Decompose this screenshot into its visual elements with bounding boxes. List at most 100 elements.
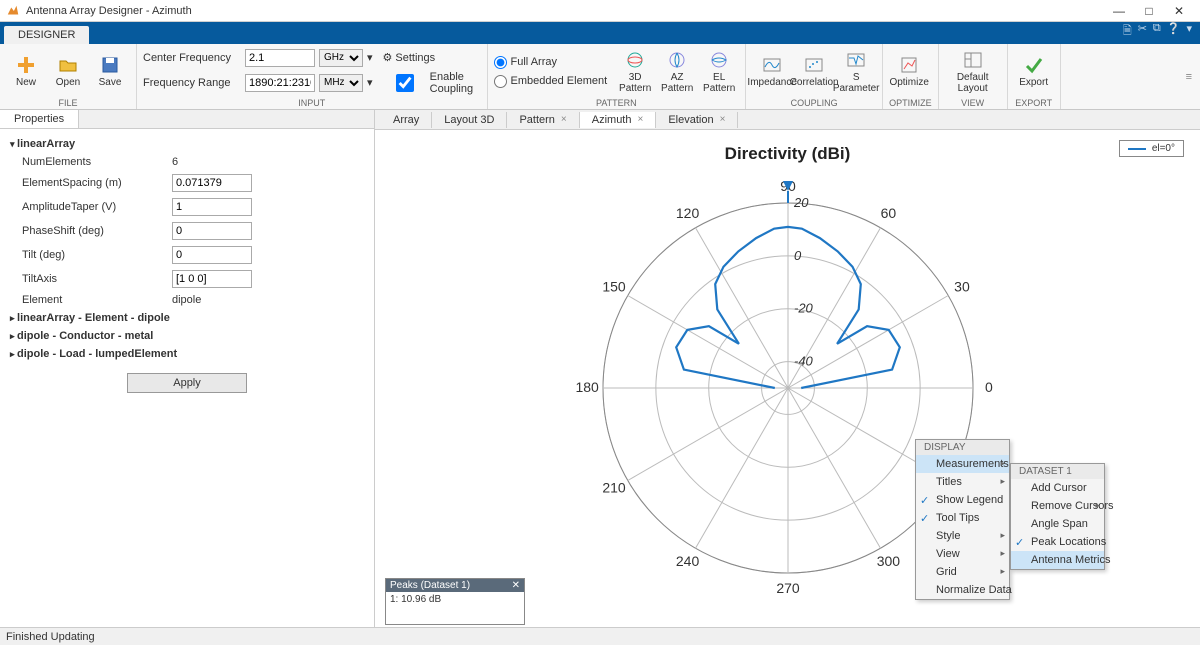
ribbon-tab-strip: DESIGNER 🗎 ✂ ⧉ ❔ ▾ bbox=[0, 22, 1200, 44]
toolstrip-collapse-icon[interactable]: ≡ bbox=[1186, 44, 1200, 109]
sparameter-button[interactable]: S Parameter bbox=[836, 48, 876, 96]
embedded-element-radio[interactable]: Embedded Element bbox=[494, 75, 608, 88]
chevron-right-icon: ▸ bbox=[1000, 530, 1005, 541]
ribbon-help-cut-icon[interactable]: ✂ bbox=[1138, 22, 1147, 41]
phaseshift-input[interactable] bbox=[172, 222, 252, 240]
export-button[interactable]: Export bbox=[1014, 53, 1054, 90]
peaks-close-icon[interactable]: ✕ bbox=[512, 580, 520, 591]
3d-pattern-label: 3D Pattern bbox=[617, 72, 653, 94]
svg-text:0: 0 bbox=[794, 248, 802, 263]
ctx-item-grid[interactable]: Grid▸ bbox=[916, 563, 1009, 581]
save-button[interactable]: Save bbox=[90, 53, 130, 90]
ctx-item-peak-locations[interactable]: ✓Peak Locations bbox=[1011, 533, 1104, 551]
prop-row-amplitudetaper: AmplitudeTaper (V) bbox=[10, 195, 364, 219]
tilt-input[interactable] bbox=[172, 246, 252, 264]
close-icon[interactable]: × bbox=[638, 114, 644, 125]
numelements-value: 6 bbox=[172, 156, 178, 168]
close-button[interactable]: ✕ bbox=[1164, 0, 1194, 22]
ribbon-tab-designer[interactable]: DESIGNER bbox=[4, 26, 89, 44]
section-load[interactable]: dipole - Load - lumpedElement bbox=[10, 345, 364, 363]
new-button[interactable]: New bbox=[6, 53, 46, 90]
svg-text:30: 30 bbox=[954, 279, 970, 295]
freq-range-input[interactable] bbox=[245, 74, 315, 92]
optimize-icon bbox=[899, 55, 919, 75]
close-icon[interactable]: × bbox=[720, 114, 726, 125]
ctx-item-normalize-data[interactable]: Normalize Data bbox=[916, 581, 1009, 599]
ctx-item-add-cursor[interactable]: Add Cursor bbox=[1011, 479, 1104, 497]
properties-tab[interactable]: Properties bbox=[0, 110, 79, 128]
ctx-item-angle-span[interactable]: Angle Span bbox=[1011, 515, 1104, 533]
ctx-item-remove-cursors[interactable]: Remove Cursors▸ bbox=[1011, 497, 1104, 515]
ctx-item-titles[interactable]: Titles▸ bbox=[916, 473, 1009, 491]
center-freq-input[interactable] bbox=[245, 49, 315, 67]
peaks-window[interactable]: Peaks (Dataset 1)✕ 1: 10.96 dB bbox=[385, 578, 525, 625]
correlation-button[interactable]: Correlation bbox=[794, 53, 834, 90]
enable-coupling-checkbox[interactable]: Enable Coupling bbox=[383, 71, 481, 95]
close-icon[interactable]: × bbox=[561, 114, 567, 125]
ctx-item-antenna-metrics[interactable]: Antenna Metrics bbox=[1011, 551, 1104, 569]
az-pattern-button[interactable]: AZ Pattern bbox=[657, 48, 697, 96]
ribbon-help-whatsthis-icon[interactable]: ❔ bbox=[1167, 22, 1181, 41]
elementspacing-input[interactable] bbox=[172, 174, 252, 192]
sparameter-icon bbox=[846, 50, 866, 70]
correlation-label: Correlation bbox=[790, 77, 839, 88]
ribbon-help-doc-icon[interactable]: 🗎 bbox=[1123, 22, 1132, 41]
section-conductor[interactable]: dipole - Conductor - metal bbox=[10, 327, 364, 345]
full-array-label: Full Array bbox=[511, 56, 557, 68]
full-array-radio[interactable]: Full Array bbox=[494, 56, 608, 69]
apply-button[interactable]: Apply bbox=[127, 373, 247, 393]
context-menu-display[interactable]: DISPLAY Measurements▸Titles▸✓Show Legend… bbox=[915, 439, 1010, 600]
ctx-item-view[interactable]: View▸ bbox=[916, 545, 1009, 563]
freq-range-label: Frequency Range bbox=[143, 77, 241, 89]
open-label: Open bbox=[56, 77, 80, 88]
impedance-button[interactable]: Impedance bbox=[752, 53, 792, 90]
ctx-item-show-legend[interactable]: ✓Show Legend bbox=[916, 491, 1009, 509]
optimize-label: Optimize bbox=[889, 77, 928, 88]
plus-icon bbox=[16, 55, 36, 75]
minimize-button[interactable]: — bbox=[1104, 0, 1134, 22]
toolstrip-view-group: Default Layout VIEW bbox=[939, 44, 1008, 109]
amplitudetaper-input[interactable] bbox=[172, 198, 252, 216]
amplitudetaper-label: AmplitudeTaper (V) bbox=[22, 201, 172, 213]
doc-tab-azimuth[interactable]: Azimuth× bbox=[580, 112, 657, 128]
open-button[interactable]: Open bbox=[48, 53, 88, 90]
doc-tab-layout-3d[interactable]: Layout 3D bbox=[432, 112, 507, 128]
freq-range-unit-select[interactable]: MHz bbox=[319, 74, 363, 92]
maximize-button[interactable]: □ bbox=[1134, 0, 1164, 22]
tilt-label: Tilt (deg) bbox=[22, 249, 172, 261]
context-menu-dataset[interactable]: DATASET 1 Add CursorRemove Cursors▸Angle… bbox=[1010, 463, 1105, 570]
section-linearArray[interactable]: linearArray bbox=[10, 135, 364, 153]
phaseshift-label: PhaseShift (deg) bbox=[22, 225, 172, 237]
ribbon-help-copy-icon[interactable]: ⧉ bbox=[1153, 22, 1161, 41]
chevron-right-icon: ▸ bbox=[1000, 548, 1005, 559]
tiltaxis-input[interactable] bbox=[172, 270, 252, 288]
status-bar: Finished Updating bbox=[0, 627, 1200, 645]
pattern-group-label: PATTERN bbox=[494, 97, 740, 109]
sparameter-label: S Parameter bbox=[833, 72, 880, 94]
element-value: dipole bbox=[172, 294, 201, 306]
ctx-item-style[interactable]: Style▸ bbox=[916, 527, 1009, 545]
prop-row-elementspacing: ElementSpacing (m) bbox=[10, 171, 364, 195]
prop-row-tilt: Tilt (deg) bbox=[10, 243, 364, 267]
export-label: Export bbox=[1019, 77, 1048, 88]
doc-tab-elevation[interactable]: Elevation× bbox=[656, 112, 738, 128]
3d-pattern-button[interactable]: 3D Pattern bbox=[615, 48, 655, 96]
status-text: Finished Updating bbox=[6, 631, 95, 643]
doc-tab-array[interactable]: Array bbox=[381, 112, 432, 128]
settings-button[interactable]: ⚙Settings bbox=[383, 51, 436, 64]
prop-row-element: Elementdipole bbox=[10, 291, 364, 309]
ctx-item-measurements[interactable]: Measurements▸ bbox=[916, 455, 1009, 473]
toolstrip-file-group: New Open Save FILE bbox=[0, 44, 137, 109]
center-freq-unit-select[interactable]: GHz bbox=[319, 49, 363, 67]
optimize-button[interactable]: Optimize bbox=[889, 53, 929, 90]
ribbon-collapse-icon[interactable]: ▾ bbox=[1186, 22, 1192, 41]
export-group-label: EXPORT bbox=[1014, 97, 1054, 109]
enable-coupling-label: Enable Coupling bbox=[430, 71, 481, 95]
doc-tab-pattern[interactable]: Pattern× bbox=[507, 112, 579, 128]
svg-text:180: 180 bbox=[575, 379, 599, 395]
default-layout-button[interactable]: Default Layout bbox=[945, 48, 1001, 96]
section-element-dipole[interactable]: linearArray - Element - dipole bbox=[10, 309, 364, 327]
tiltaxis-label: TiltAxis bbox=[22, 273, 172, 285]
el-pattern-button[interactable]: EL Pattern bbox=[699, 48, 739, 96]
ctx-item-tool-tips[interactable]: ✓Tool Tips bbox=[916, 509, 1009, 527]
